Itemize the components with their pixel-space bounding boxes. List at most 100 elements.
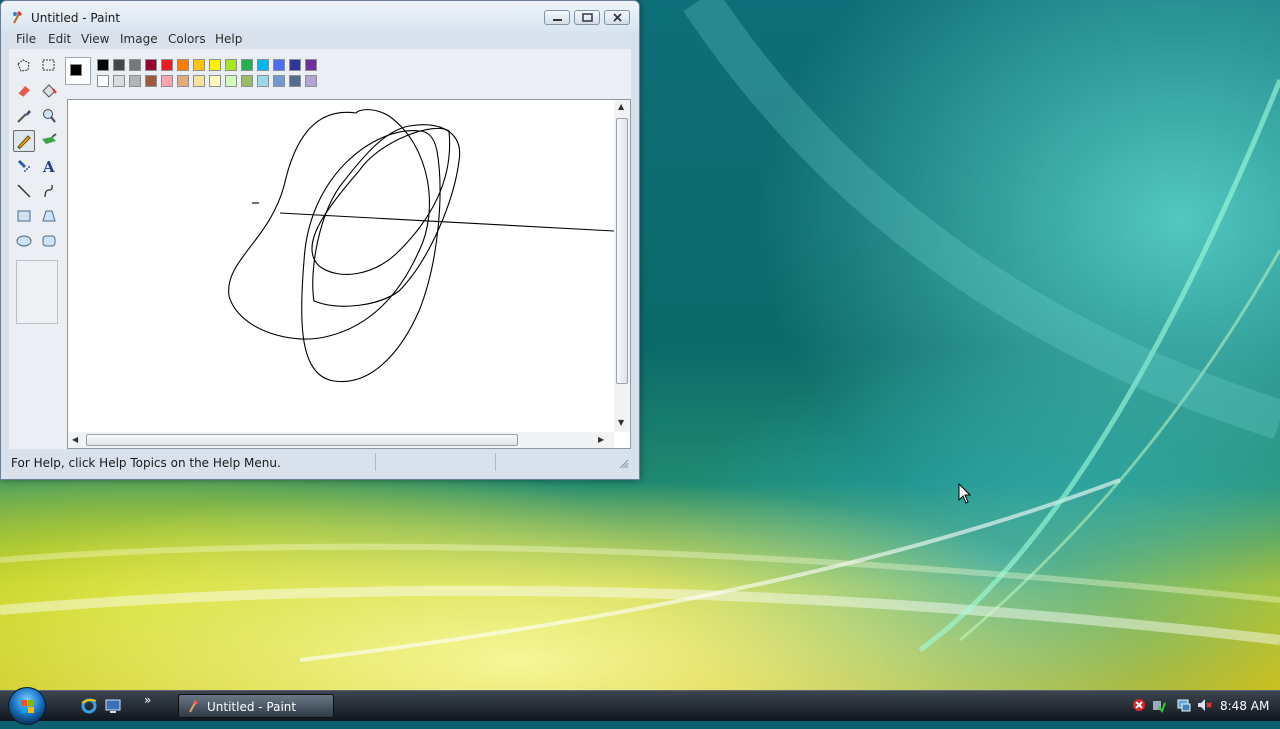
palette-swatch[interactable] [129, 59, 141, 71]
palette-swatch[interactable] [209, 59, 221, 71]
tool-pencil[interactable] [13, 130, 35, 152]
palette-swatch[interactable] [273, 59, 285, 71]
svg-text:A: A [42, 158, 55, 176]
taskbar-item-label: Untitled - Paint [207, 700, 297, 714]
pencil-icon [17, 135, 31, 149]
menu-file[interactable]: File [16, 32, 36, 46]
palette-swatch[interactable] [161, 59, 173, 71]
palette-swatch[interactable] [257, 75, 269, 87]
tool-polygon[interactable] [38, 205, 60, 227]
status-bar: For Help, click Help Topics on the Help … [9, 451, 631, 473]
palette-swatch[interactable] [113, 75, 125, 87]
internet-explorer-icon[interactable] [80, 697, 98, 715]
current-colors[interactable] [65, 57, 91, 85]
maximize-icon [582, 13, 593, 22]
horizontal-scroll-thumb[interactable] [86, 434, 518, 446]
eraser-icon [17, 86, 30, 98]
menu-view[interactable]: View [81, 32, 109, 46]
text-icon: A [42, 158, 55, 176]
rounded-rectangle-icon [42, 235, 56, 247]
tool-curve[interactable] [38, 180, 60, 202]
tool-fill[interactable] [38, 80, 60, 102]
tool-airbrush[interactable] [13, 155, 35, 177]
drawing-canvas[interactable] [69, 101, 614, 432]
tool-brush[interactable] [38, 130, 60, 152]
tool-line[interactable] [13, 180, 35, 202]
palette-swatch[interactable] [145, 59, 157, 71]
tool-free-form-select[interactable] [13, 55, 35, 77]
palette-swatch[interactable] [177, 59, 189, 71]
horizontal-scrollbar[interactable]: ◀ ▶ [68, 432, 614, 448]
clock[interactable]: 8:48 AM [1220, 699, 1269, 713]
palette-swatch[interactable] [145, 75, 157, 87]
palette-swatch[interactable] [305, 59, 317, 71]
palette-swatch[interactable] [225, 59, 237, 71]
status-text: For Help, click Help Topics on the Help … [11, 456, 281, 470]
tool-options-box[interactable] [16, 260, 58, 324]
palette-swatch[interactable] [129, 75, 141, 87]
airbrush-icon [17, 159, 30, 172]
palette-swatch[interactable] [177, 75, 189, 87]
tool-magnifier[interactable] [38, 105, 60, 127]
menu-help[interactable]: Help [215, 32, 242, 46]
toolbox: A [9, 49, 65, 449]
menu-edit[interactable]: Edit [48, 32, 71, 46]
palette-swatch[interactable] [289, 59, 301, 71]
tool-text[interactable]: A [38, 155, 60, 177]
resize-grip-icon[interactable] [619, 459, 629, 469]
paint-app-icon [13, 11, 22, 24]
scroll-left-icon[interactable]: ◀ [72, 435, 78, 444]
magnifier-icon [43, 109, 56, 123]
tool-ellipse[interactable] [13, 230, 35, 252]
palette-swatch[interactable] [273, 75, 285, 87]
palette-swatch[interactable] [97, 59, 109, 71]
scroll-up-icon[interactable]: ▲ [618, 102, 624, 111]
palette-swatch[interactable] [209, 75, 221, 87]
select-icon [42, 59, 55, 71]
close-button[interactable] [604, 10, 630, 25]
quick-launch-overflow-icon[interactable]: » [144, 693, 151, 707]
scroll-right-icon[interactable]: ▶ [598, 435, 604, 444]
palette-swatch[interactable] [305, 75, 317, 87]
palette-swatch[interactable] [257, 59, 269, 71]
security-alert-icon[interactable] [1131, 697, 1147, 713]
status-divider [495, 453, 496, 471]
rectangle-icon [17, 210, 31, 222]
tool-rounded-rectangle[interactable] [38, 230, 60, 252]
network-icon[interactable] [1176, 697, 1192, 713]
start-button[interactable] [8, 687, 46, 725]
volume-muted-icon[interactable] [1196, 697, 1212, 713]
menu-colors[interactable]: Colors [168, 32, 206, 46]
title-bar[interactable]: Untitled - Paint [1, 1, 639, 31]
palette-swatch[interactable] [193, 75, 205, 87]
tool-eraser[interactable] [13, 80, 35, 102]
minimize-icon [553, 19, 562, 21]
palette-swatch[interactable] [289, 75, 301, 87]
show-desktop-icon[interactable] [104, 697, 122, 715]
palette-swatch[interactable] [225, 75, 237, 87]
foreground-color [70, 64, 82, 76]
taskbar-item-paint[interactable]: Untitled - Paint [178, 694, 334, 718]
palette-swatch[interactable] [241, 59, 253, 71]
vertical-scroll-thumb[interactable] [616, 118, 628, 384]
fill-icon [42, 84, 57, 98]
vertical-scrollbar[interactable]: ▲ ▼ [614, 100, 630, 432]
palette-swatch[interactable] [97, 75, 109, 87]
maximize-button[interactable] [574, 10, 600, 25]
safely-remove-icon[interactable] [1150, 697, 1166, 713]
palette-swatch[interactable] [241, 75, 253, 87]
tool-pick-color[interactable] [13, 105, 35, 127]
window-title: Untitled - Paint [31, 11, 121, 25]
tool-rectangle[interactable] [13, 205, 35, 227]
menu-bar: File Edit View Image Colors Help [9, 31, 631, 49]
menu-image[interactable]: Image [120, 32, 158, 46]
palette-swatch[interactable] [193, 59, 205, 71]
palette-swatch[interactable] [161, 75, 173, 87]
scroll-down-icon[interactable]: ▼ [618, 418, 624, 427]
paint-client-area: A ▲ ▼ ◀ ▶ [9, 49, 631, 449]
palette-swatch[interactable] [113, 59, 125, 71]
taskbar: » Untitled - Paint 8:48 AM [0, 687, 1280, 725]
tool-select[interactable] [38, 55, 60, 77]
minimize-button[interactable] [544, 10, 570, 25]
windows-logo-icon [21, 700, 34, 713]
